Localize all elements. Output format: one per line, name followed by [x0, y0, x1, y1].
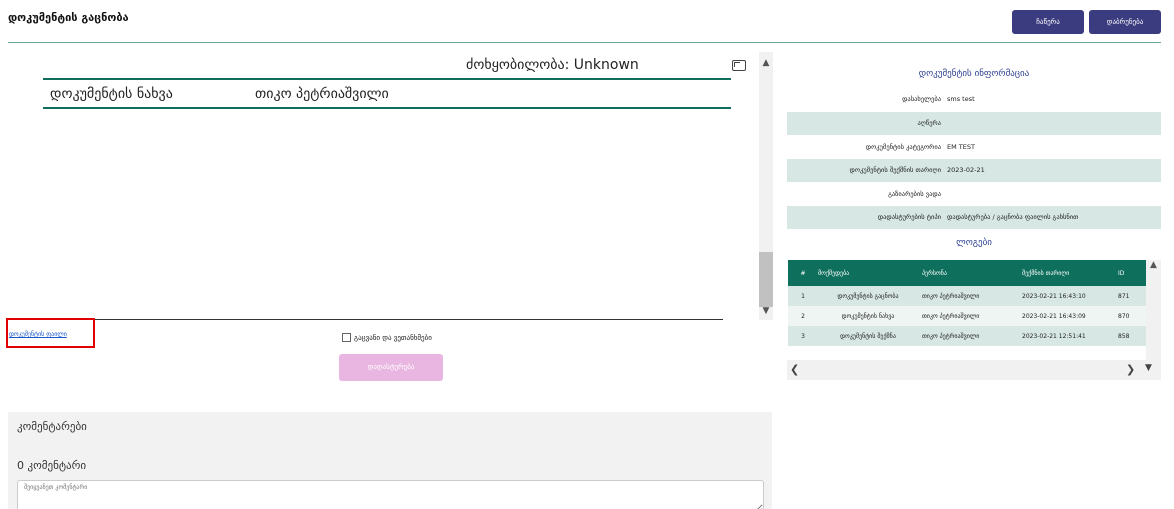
log-action: დოკუმენტის ნახვა [814, 306, 918, 326]
scroll-left-icon[interactable]: ❮ [790, 363, 799, 376]
agree-checkbox[interactable] [342, 333, 351, 342]
info-label: გაზიარების ვადა [888, 190, 941, 198]
info-label: აღწერა [917, 119, 941, 127]
logs-title: ლოგები [956, 238, 992, 248]
viewer-divider-top [43, 78, 731, 80]
log-num: 3 [788, 326, 814, 346]
return-button[interactable]: დაბრუნება [1089, 10, 1161, 34]
viewer-scrollbar[interactable]: ▲ ▼ [759, 52, 773, 320]
scroll-thumb[interactable] [759, 252, 773, 307]
info-row: დოკუმენტის შექმნის თარიღი 2023-02-21 [787, 159, 1161, 182]
agree-checkbox-row[interactable]: გაცვანი და ვეთანხმები [342, 333, 432, 342]
expand-icon[interactable] [732, 60, 746, 71]
log-action: დოკუმენტის შექმნა [814, 326, 918, 346]
logs-col-num[interactable]: # [788, 260, 814, 286]
info-row: დოკუმენტის კატეგორია EM TEST [787, 136, 1161, 159]
scroll-up-icon[interactable]: ▲ [759, 56, 773, 70]
logs-table-container[interactable]: # მოქმედება პერსონა შექმნის თარიღი ID 1 … [787, 260, 1161, 380]
logs-vertical-scrollbar[interactable]: ▲ [1146, 260, 1161, 360]
info-value: 2023-02-21 [947, 166, 985, 174]
comment-input[interactable] [17, 480, 764, 509]
info-label: დადასტურების ტიპი [877, 213, 941, 221]
scroll-down-icon[interactable]: ▼ [759, 304, 773, 318]
comments-title: კომენტარები [17, 420, 87, 433]
logs-horizontal-scrollbar[interactable]: ❮ ❯ ▼ [787, 360, 1161, 380]
info-row: დადასტურების ტიპი დადასტურება / გაცნობა … [787, 206, 1161, 229]
logs-col-person[interactable]: პერსონა [918, 260, 1018, 286]
document-file-link[interactable]: დოკუმენტის ფაილი [9, 331, 67, 338]
viewer-device-status: ძოხყობილობა: Unknown [466, 57, 639, 73]
comments-count: 0 კომენტარი [17, 459, 87, 472]
comments-section: კომენტარები 0 კომენტარი [8, 412, 772, 509]
logs-col-action[interactable]: მოქმედება [814, 260, 918, 286]
sign-button[interactable]: ჩაწერა [1012, 10, 1084, 34]
info-value: დადასტურება / გაცნობა ფაილის გახსნით [947, 213, 1079, 221]
document-viewer[interactable]: ძოხყობილობა: Unknown დოკუმენტის ნახვა თი… [8, 52, 773, 320]
log-person: თიკო პეტრიაშვილი [918, 286, 1018, 306]
viewer-divider [43, 107, 731, 109]
logs-col-id[interactable]: ID [1114, 260, 1146, 286]
viewer-bottom-divider [45, 319, 723, 320]
logs-col-date[interactable]: შექმნის თარიღი [1018, 260, 1114, 286]
info-row: აღწერა [787, 112, 1161, 135]
viewer-doc-user: თიკო პეტრიაშვილი [255, 86, 389, 102]
info-label: დოკუმენტის შექმნის თარიღი [849, 166, 941, 174]
log-date: 2023-02-21 12:51:41 [1018, 326, 1114, 346]
log-num: 1 [788, 286, 814, 306]
header-divider [8, 42, 1161, 43]
log-action: დოკუმენტის გაცნობა [814, 286, 918, 306]
log-date: 2023-02-21 16:43:10 [1018, 286, 1114, 306]
confirm-button[interactable]: დადასტურება [339, 354, 443, 381]
scroll-down-icon[interactable]: ▼ [1145, 363, 1152, 373]
info-value: EM TEST [947, 143, 975, 151]
info-label: დასახელება [902, 95, 941, 103]
log-id: 871 [1114, 286, 1146, 306]
table-row[interactable]: 2 დოკუმენტის ნახვა თიკო პეტრიაშვილი 2023… [788, 306, 1146, 326]
log-id: 858 [1114, 326, 1146, 346]
log-person: თიკო პეტრიაშვილი [918, 326, 1018, 346]
logs-header-row: # მოქმედება პერსონა შექმნის თარიღი ID [788, 260, 1146, 286]
log-date: 2023-02-21 16:43:09 [1018, 306, 1114, 326]
info-row: გაზიარების ვადა [787, 183, 1161, 206]
info-row: დასახელება sms test [787, 88, 1161, 111]
table-row[interactable]: 3 დოკუმენტის შექმნა თიკო პეტრიაშვილი 202… [788, 326, 1146, 346]
log-num: 2 [788, 306, 814, 326]
info-title: დოკუმენტის ინფორმაცია [918, 69, 1030, 79]
page-title: დოკუმენტის გაცნობა [8, 11, 129, 24]
scroll-up-icon[interactable]: ▲ [1146, 260, 1161, 270]
info-value: sms test [947, 95, 975, 103]
log-person: თიკო პეტრიაშვილი [918, 306, 1018, 326]
agree-label: გაცვანი და ვეთანხმები [354, 333, 432, 342]
log-id: 870 [1114, 306, 1146, 326]
table-row[interactable]: 1 დოკუმენტის გაცნობა თიკო პეტრიაშვილი 20… [788, 286, 1146, 306]
scroll-right-icon[interactable]: ❯ [1126, 363, 1135, 376]
info-label: დოკუმენტის კატეგორია [865, 143, 941, 151]
logs-table: # მოქმედება პერსონა შექმნის თარიღი ID 1 … [788, 260, 1146, 346]
viewer-doc-label: დოკუმენტის ნახვა [50, 86, 173, 102]
